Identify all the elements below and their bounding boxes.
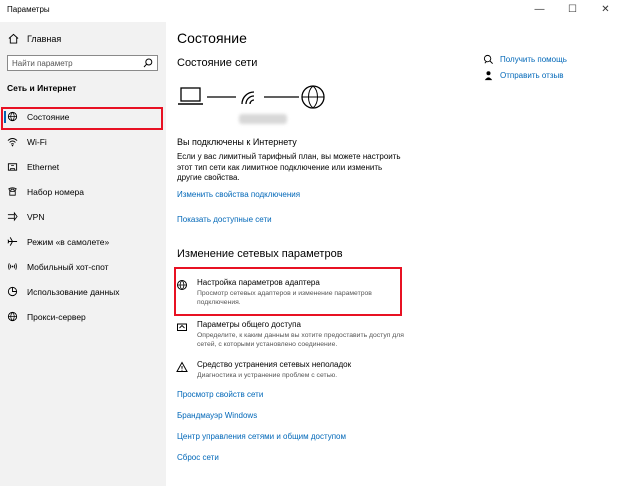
sidebar-item-label: Режим «в самолете» (27, 236, 110, 247)
sidebar: Главная Сеть и Интернет Состояние Wi-Fi … (0, 22, 166, 486)
network-sharing-center-link[interactable]: Центр управления сетями и общим доступом (177, 432, 346, 441)
network-name-blurred (239, 114, 287, 124)
sidebar-item-vpn[interactable]: VPN (0, 204, 166, 229)
send-feedback-link[interactable]: Отправить отзыв (483, 70, 564, 81)
section-title: Сеть и Интернет (7, 83, 77, 93)
sidebar-item-data-usage[interactable]: Использование данных (0, 279, 166, 304)
wifi-signal-icon (241, 91, 255, 105)
window-controls: — ☐ ✕ (523, 0, 622, 22)
change-network-settings-heading: Изменение сетевых параметров (177, 248, 343, 260)
sharing-icon (177, 323, 187, 331)
network-troubleshooter-item[interactable]: Средство устранения сетевых неполадок Ди… (176, 360, 351, 380)
main-content: Состояние Состояние сети Вы подключены к… (166, 22, 622, 486)
setting-title: Средство устранения сетевых неполадок (197, 360, 352, 369)
connected-description: Если у вас лимитный тарифный план, вы мо… (177, 152, 401, 182)
change-connection-properties-link[interactable]: Изменить свойства подключения (177, 190, 300, 199)
sidebar-item-dialup[interactable]: Набор номера (0, 179, 166, 204)
get-help-link[interactable]: Получить помощь (483, 54, 567, 65)
windows-firewall-link[interactable]: Брандмауэр Windows (177, 411, 257, 420)
highlight-box-status (1, 107, 163, 130)
laptop-icon (178, 87, 203, 105)
home-link[interactable]: Главная (8, 33, 61, 44)
feedback-person-icon (484, 71, 493, 81)
ethernet-icon (7, 163, 18, 171)
sidebar-item-label: Прокси-сервер (27, 311, 86, 322)
dialup-icon (8, 187, 17, 196)
sidebar-item-proxy[interactable]: Прокси-сервер (0, 304, 166, 329)
home-icon (8, 33, 19, 44)
search-box[interactable] (7, 55, 158, 71)
sidebar-nav: Состояние Wi-Fi Ethernet Набор номера VP… (0, 104, 166, 329)
home-label: Главная (27, 33, 62, 44)
sidebar-item-label: VPN (27, 211, 45, 222)
minimize-button[interactable]: — (523, 0, 556, 22)
sharing-options-item[interactable]: Параметры общего доступа Определите, к к… (176, 320, 404, 349)
data-usage-icon (7, 286, 18, 297)
search-icon[interactable] (143, 58, 153, 68)
airplane-icon (7, 237, 18, 246)
view-network-properties-link[interactable]: Просмотр свойств сети (177, 390, 263, 399)
sidebar-item-label: Использование данных (27, 286, 120, 297)
show-available-networks-link[interactable]: Показать доступные сети (177, 215, 272, 224)
help-chat-icon (483, 54, 493, 64)
globe-icon (7, 311, 18, 322)
sidebar-item-hotspot[interactable]: Мобильный хот-спот (0, 254, 166, 279)
title-bar: Параметры — ☐ ✕ (0, 0, 622, 22)
get-help-label: Получить помощь (500, 55, 567, 64)
vpn-icon (7, 211, 18, 222)
highlight-box-adapter (174, 267, 402, 316)
sidebar-item-wifi[interactable]: Wi-Fi (0, 129, 166, 154)
close-button[interactable]: ✕ (589, 0, 622, 22)
maximize-button[interactable]: ☐ (556, 0, 589, 22)
setting-title: Параметры общего доступа (197, 320, 301, 329)
window-title: Параметры (7, 5, 50, 14)
sidebar-item-label: Набор номера (27, 186, 84, 197)
network-status-heading: Состояние сети (177, 57, 258, 69)
setting-description: сетей, с которыми установлено соединение… (197, 341, 338, 348)
sidebar-item-airplane[interactable]: Режим «в самолете» (0, 229, 166, 254)
sidebar-item-ethernet[interactable]: Ethernet (0, 154, 166, 179)
internet-globe-icon (301, 85, 325, 109)
sidebar-item-label: Мобильный хот-спот (27, 261, 109, 272)
wifi-icon (7, 138, 18, 147)
warning-icon (176, 361, 188, 372)
send-feedback-label: Отправить отзыв (500, 71, 564, 80)
sidebar-item-label: Ethernet (27, 161, 60, 172)
connected-title: Вы подключены к Интернету (177, 137, 297, 147)
page-title: Состояние (177, 30, 247, 46)
search-input[interactable] (8, 58, 138, 68)
setting-description: Диагностика и устранение проблем с сетью… (197, 372, 338, 379)
network-reset-link[interactable]: Сброс сети (177, 453, 219, 462)
sidebar-item-label: Wi-Fi (27, 136, 47, 147)
hotspot-icon (8, 263, 17, 270)
setting-description: Определите, к каким данным вы хотите пре… (197, 332, 404, 339)
